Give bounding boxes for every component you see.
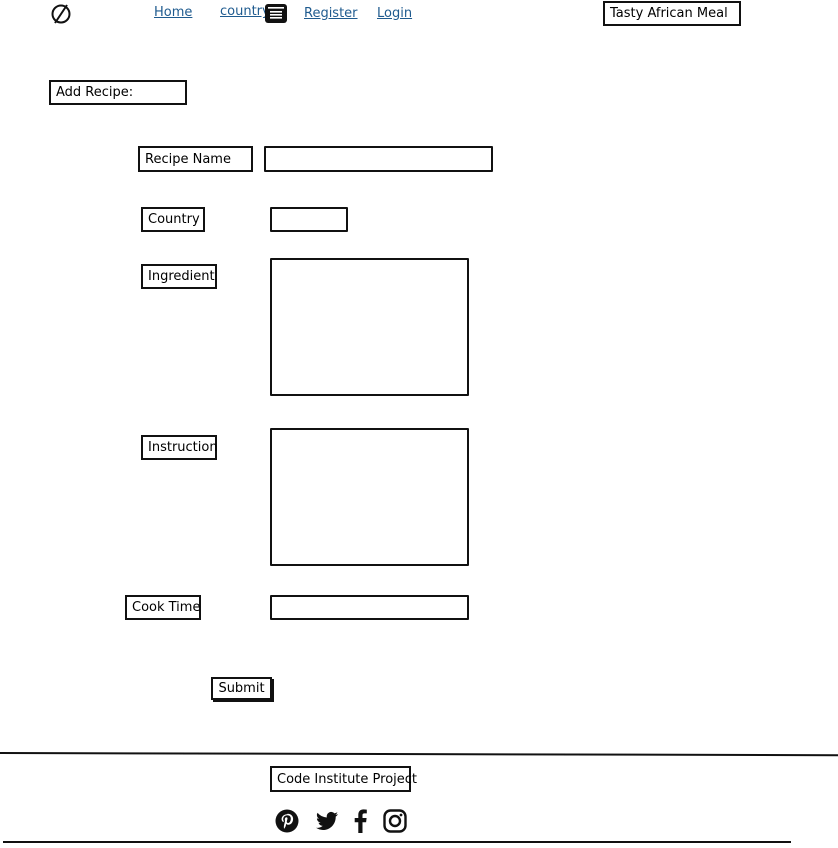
country-input[interactable] — [270, 207, 348, 232]
instruction-label: Instruction — [141, 435, 218, 460]
compass-icon[interactable] — [50, 2, 72, 24]
instagram-icon[interactable] — [383, 809, 407, 833]
submit-button[interactable]: Submit — [211, 677, 272, 700]
page-title: Add Recipe: — [49, 80, 187, 105]
footer-top-divider — [0, 752, 838, 757]
ingredient-label: Ingredient — [141, 264, 217, 289]
facebook-icon[interactable] — [349, 809, 373, 833]
nav-register-link[interactable]: Register — [304, 6, 358, 21]
pinterest-icon[interactable] — [275, 809, 299, 833]
recipe-name-label: Recipe Name — [138, 146, 253, 172]
ingredient-textarea[interactable] — [270, 258, 469, 396]
nav-country-link[interactable]: country — [220, 4, 270, 19]
country-label: Country — [141, 207, 205, 232]
nav-home-link[interactable]: Home — [154, 5, 192, 20]
brand-title: Tasty African Meal — [603, 1, 741, 26]
recipe-name-input[interactable] — [264, 146, 493, 172]
instruction-textarea[interactable] — [270, 428, 469, 566]
cook-time-label: Cook Time — [125, 595, 201, 620]
list-icon[interactable] — [264, 3, 288, 24]
footer-project-label: Code Institute Project — [270, 766, 417, 792]
cook-time-input[interactable] — [270, 595, 469, 620]
twitter-icon[interactable] — [315, 809, 339, 833]
nav-login-link[interactable]: Login — [377, 6, 412, 21]
footer-bottom-divider — [3, 841, 791, 843]
